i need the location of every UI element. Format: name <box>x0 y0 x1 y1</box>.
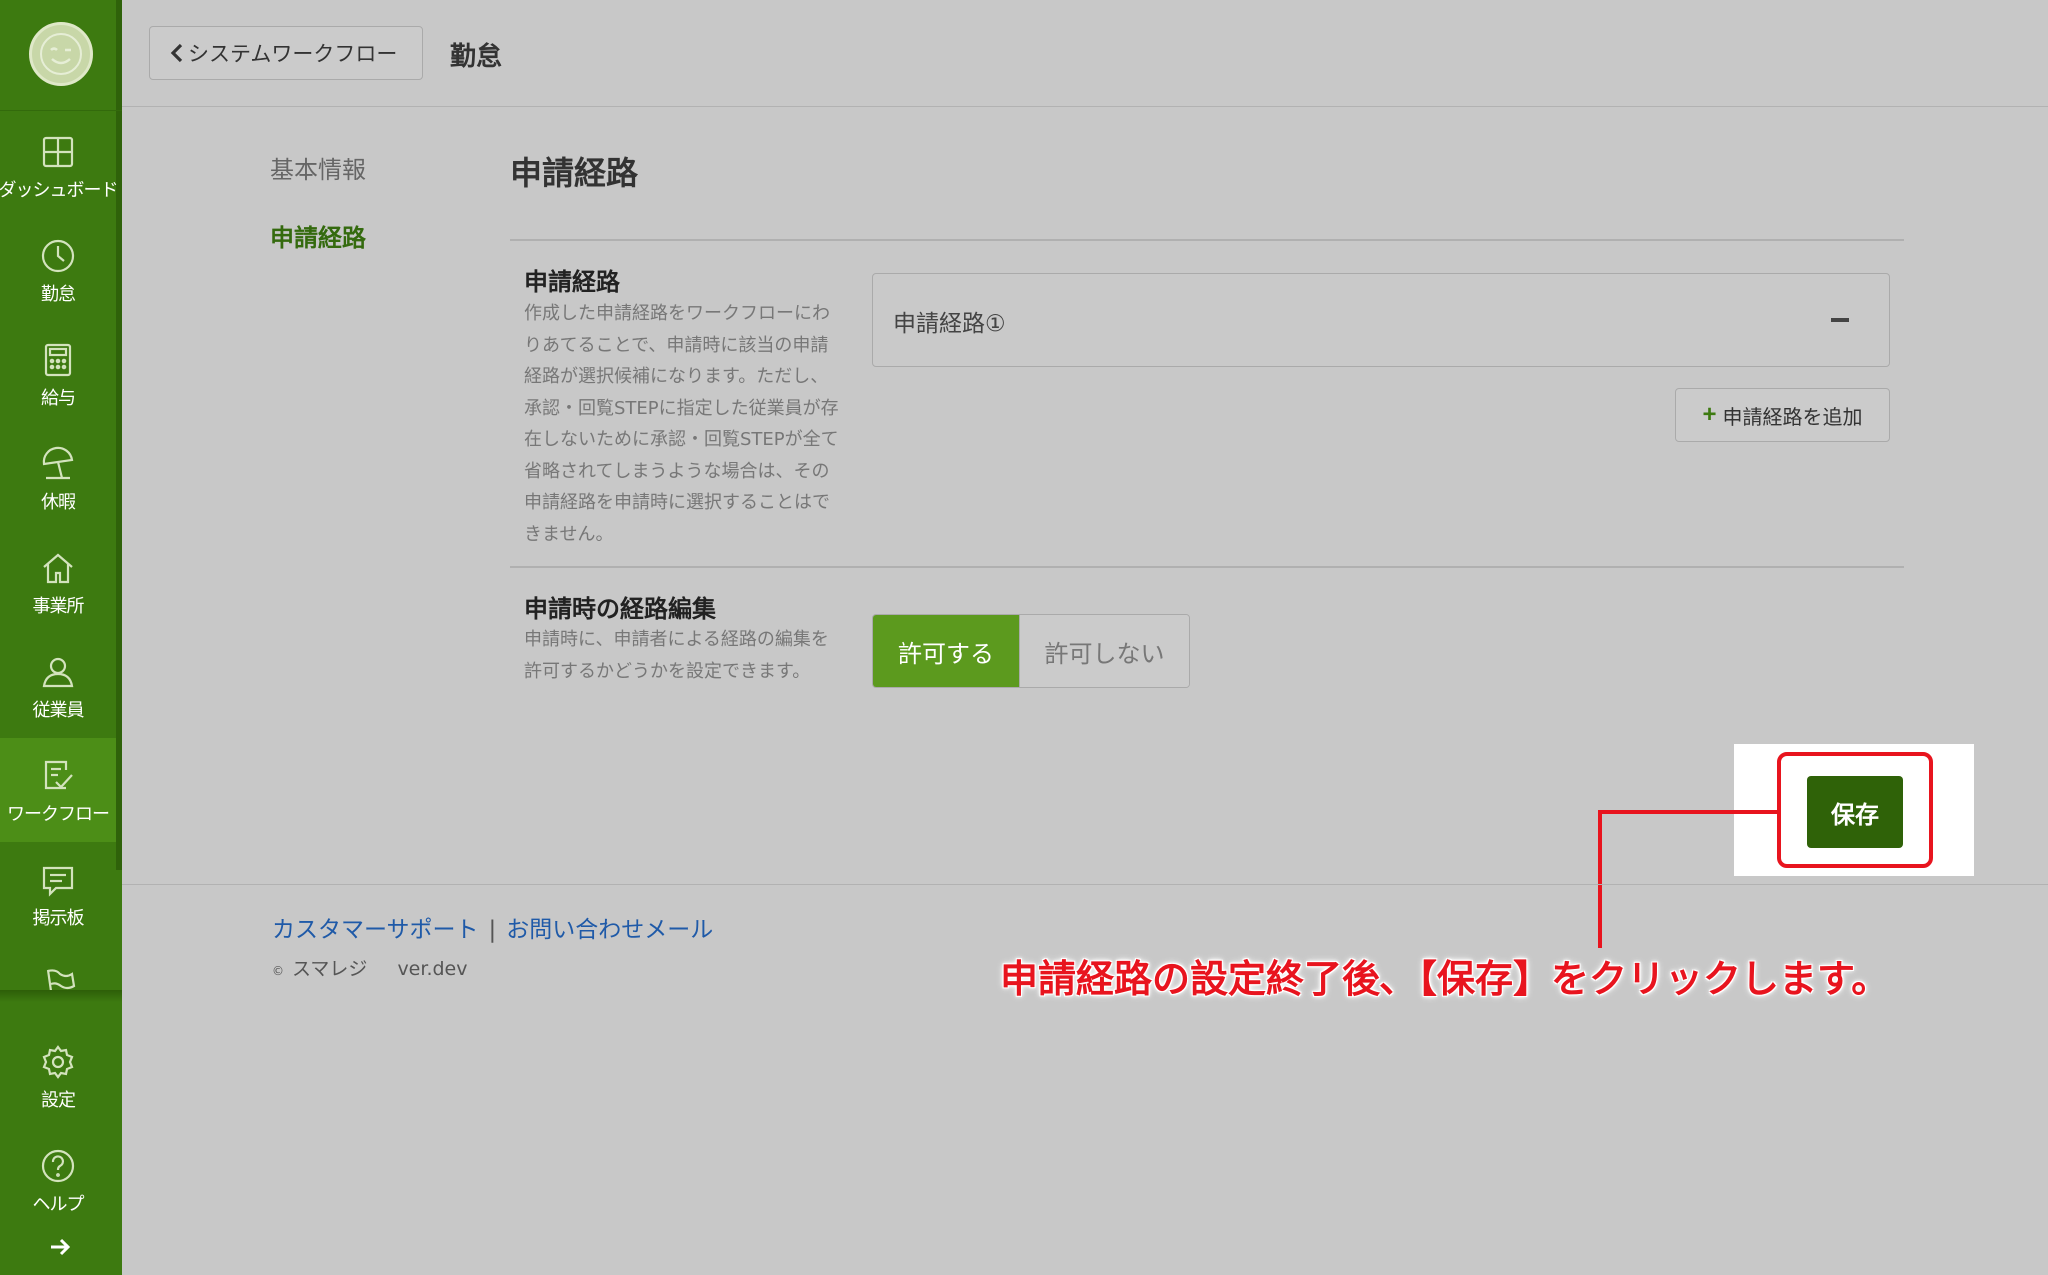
chevron-left-icon <box>170 43 183 63</box>
help-icon <box>38 1146 78 1186</box>
sidebar-item-label: 休暇 <box>41 492 76 513</box>
instruction-annotation: 申請経路の設定終了後､【保存】をクリックします。 <box>1000 957 1890 1001</box>
calculator-icon <box>38 340 78 380</box>
callout-line-vertical <box>1598 810 1602 948</box>
sidebar-item-employees[interactable]: 従業員 <box>0 634 116 738</box>
route-edit-toggle: 許可する 許可しない <box>872 614 1190 688</box>
sidebar-divider <box>0 110 122 111</box>
route-item-name: 申請経路① <box>893 311 1006 337</box>
dashboard-icon <box>38 132 78 172</box>
back-button[interactable]: システムワークフロー <box>149 26 423 80</box>
clock-icon <box>38 236 78 276</box>
route-item[interactable]: 申請経路① <box>872 273 1890 367</box>
subnav-item-route[interactable]: 申請経路 <box>270 218 366 253</box>
sidebar-item-dashboard[interactable]: ダッシュボード <box>0 114 119 218</box>
avatar[interactable] <box>29 22 93 86</box>
sidebar-item-vacation[interactable]: 休暇 <box>0 426 116 530</box>
message-icon <box>38 860 78 900</box>
sidebar: ダッシュボード 勤怠 給与 休暇 事業所 従業員 ワークフロー 掲示板 設定 ヘ… <box>0 0 122 1275</box>
route-field-title: 申請経路 <box>524 268 620 296</box>
field-divider <box>510 566 1904 568</box>
sidebar-scrollbar[interactable] <box>116 0 122 870</box>
add-route-label: 申請経路を追加 <box>1722 406 1863 429</box>
contact-mail-link[interactable]: お問い合わせメール <box>506 917 713 943</box>
sidebar-item-label: 従業員 <box>32 700 85 721</box>
sidebar-item-office[interactable]: 事業所 <box>0 530 116 634</box>
sidebar-item-label: 掲示板 <box>32 908 85 929</box>
route-field-description: 作成した申請経路をワークフローにわりあてることで、申請時に該当の申請経路が選択候… <box>524 303 839 545</box>
section-title: 申請経路 <box>510 154 639 192</box>
edit-field-title: 申請時の経路編集 <box>524 595 716 623</box>
sidebar-item-bulletin[interactable]: 掲示板 <box>0 842 116 946</box>
sidebar-item-payroll[interactable]: 給与 <box>0 322 116 426</box>
footer-links: カスタマーサポート | お問い合わせメール <box>272 910 713 944</box>
copyright-symbol: © <box>272 964 284 978</box>
toggle-option-allow[interactable]: 許可する <box>873 615 1019 687</box>
checklist-icon <box>38 756 78 796</box>
collapse-minus-icon[interactable] <box>1831 318 1849 322</box>
sidebar-item-label: 給与 <box>41 388 76 409</box>
sidebar-item-workflow[interactable]: ワークフロー <box>0 738 116 842</box>
back-button-label: システムワークフロー <box>188 43 398 66</box>
sidebar-item-label: ダッシュボード <box>0 180 119 201</box>
sidebar-item-label: 事業所 <box>32 596 85 617</box>
highlight-frame <box>1777 752 1933 868</box>
subnav-item-basic-info[interactable]: 基本情報 <box>270 150 366 185</box>
footer-separator: | <box>488 917 497 943</box>
sidebar-item-label: 設定 <box>41 1090 76 1111</box>
edit-field-description: 申請時に、申請者による経路の編集を許可するかどうかを設定できます。 <box>524 629 829 682</box>
page-title: 勤怠 <box>450 42 503 72</box>
section-divider <box>510 239 1904 241</box>
beach-umbrella-icon <box>38 444 78 484</box>
home-icon <box>38 548 78 588</box>
gear-icon <box>38 1042 78 1082</box>
copyright: © スマレジ ver.dev <box>272 954 467 981</box>
page-header: システムワークフロー 勤怠 <box>122 0 2048 107</box>
sidebar-item-label: ワークフロー <box>7 804 110 825</box>
callout-line-horizontal <box>1598 810 1780 814</box>
plus-icon: + <box>1702 401 1717 428</box>
smiley-icon <box>40 33 82 75</box>
sidebar-expand-button[interactable] <box>40 1232 80 1262</box>
footer-divider <box>122 884 2048 885</box>
sidebar-item-label: ヘルプ <box>32 1194 85 1215</box>
brand-name: スマレジ <box>292 958 368 980</box>
arrow-right-icon <box>51 1238 71 1256</box>
version-label: ver.dev <box>397 958 468 980</box>
user-icon <box>38 652 78 692</box>
sidebar-shade <box>0 990 122 1002</box>
sidebar-item-settings[interactable]: 設定 <box>0 1024 116 1128</box>
sidebar-item-label: 勤怠 <box>41 284 76 305</box>
toggle-option-deny[interactable]: 許可しない <box>1019 615 1189 687</box>
sidebar-item-help[interactable]: ヘルプ <box>0 1128 116 1232</box>
add-route-button[interactable]: + 申請経路を追加 <box>1675 388 1890 442</box>
sidebar-item-attendance[interactable]: 勤怠 <box>0 218 116 322</box>
customer-support-link[interactable]: カスタマーサポート <box>272 917 479 943</box>
